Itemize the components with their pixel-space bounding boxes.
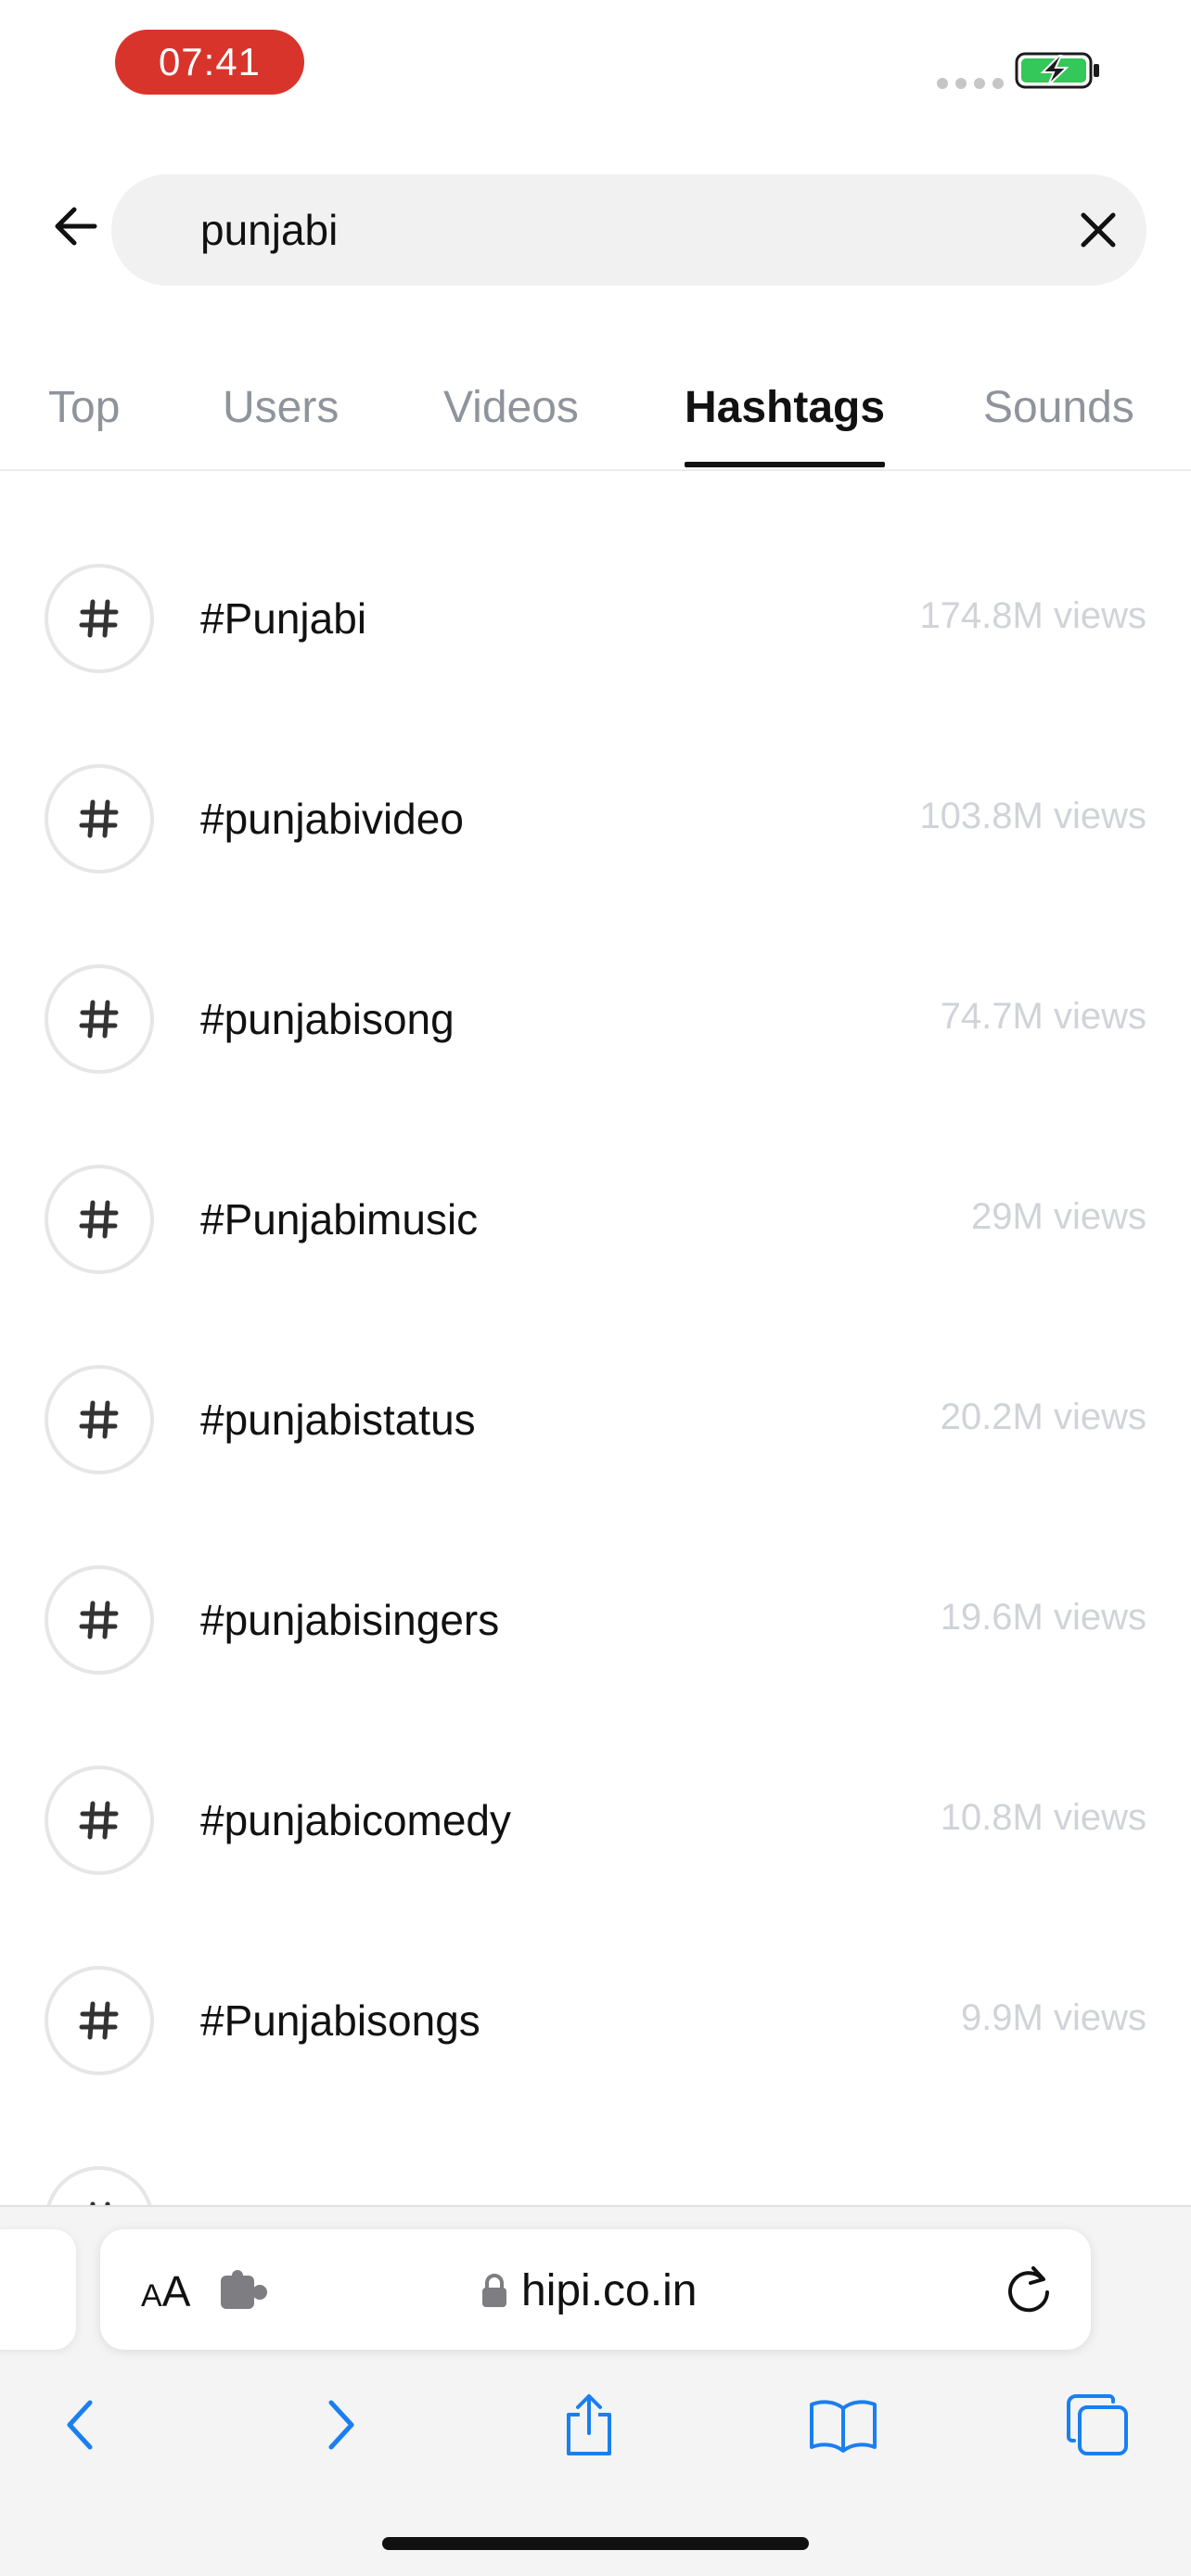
- reload-icon: [1008, 2266, 1049, 2313]
- hashtag-row[interactable]: #punjabisong 74.7M views: [0, 918, 1191, 1118]
- reload-button[interactable]: [1000, 2261, 1057, 2318]
- hashtag-name: #punjabivideo: [200, 795, 464, 843]
- url-display[interactable]: hipi.co.in: [480, 2261, 697, 2320]
- hashtag-views: 9.9M views: [960, 1997, 1146, 2038]
- hashtag-name: #Punjabi: [200, 594, 367, 643]
- status-bar: 07:41: [0, 0, 1191, 130]
- hashtag-views: 10.8M views: [940, 1797, 1146, 1838]
- hashtag-avatar: [45, 564, 154, 673]
- hashtag-avatar: [45, 1766, 154, 1875]
- hashtag-name: #punjabisong: [200, 995, 455, 1043]
- hashtag-row[interactable]: #punjabivideo 103.8M views: [0, 718, 1191, 918]
- battery-charging-icon: [1015, 52, 1099, 89]
- hashtag-row[interactable]: #punjabistatus 20.2M views: [0, 1319, 1191, 1519]
- browser-forward-button[interactable]: [299, 2383, 382, 2467]
- tabs-icon: [1067, 2394, 1128, 2455]
- aa-big-label: A: [161, 2267, 191, 2315]
- search-tabs: Top Users Videos Hashtags Sounds: [0, 352, 1191, 471]
- hashtag-avatar: [45, 1365, 154, 1474]
- hashtag-avatar: [45, 964, 154, 1074]
- lock-icon: [482, 2274, 506, 2307]
- status-time: 07:41: [115, 30, 304, 95]
- chevron-left-icon: [67, 2400, 93, 2450]
- hashtag-views: 74.7M views: [940, 996, 1146, 1037]
- clear-search-button[interactable]: [1074, 206, 1122, 254]
- hashtag-name: #punjabisingers: [200, 1596, 500, 1644]
- close-icon: [1081, 212, 1116, 248]
- hashtag-row[interactable]: #punjabicomedy 10.8M views: [0, 1719, 1191, 1919]
- hashtag-avatar: [45, 1565, 154, 1675]
- hashtag-views: 29M views: [971, 1196, 1146, 1237]
- hashtag-avatar: [45, 1966, 154, 2075]
- hashtag-name: #punjabistatus: [200, 1396, 476, 1444]
- hashtag-icon: [79, 1801, 119, 1840]
- hashtag-views: 103.8M views: [919, 796, 1146, 836]
- previous-tab-card[interactable]: [0, 2229, 76, 2350]
- bookmarks-button[interactable]: [801, 2383, 885, 2467]
- arrow-left-icon: [55, 207, 97, 246]
- hashtag-row[interactable]: #punjabisingers 19.6M views: [0, 1519, 1191, 1719]
- url-text: hipi.co.in: [521, 2265, 698, 2315]
- hashtag-name: #Punjabimusic: [200, 1195, 479, 1243]
- hashtag-views: 174.8M views: [919, 595, 1146, 636]
- cellular-signal-icon: [937, 78, 1004, 89]
- hashtag-name: #punjabicomedy: [200, 1796, 512, 1844]
- book-icon: [810, 2400, 877, 2453]
- hashtag-icon: [79, 2001, 119, 2040]
- active-tab-indicator: [685, 462, 885, 467]
- tab-videos[interactable]: Videos: [443, 382, 579, 433]
- hashtag-icon: [79, 799, 119, 838]
- aa-small-label: A: [141, 2278, 162, 2314]
- browser-toolbar: A A hipi.co.in: [0, 2205, 1191, 2576]
- hashtag-row[interactable]: #Punjabimusic 29M views: [0, 1118, 1191, 1319]
- search-bar[interactable]: [111, 174, 1146, 286]
- hashtag-avatar: [45, 764, 154, 874]
- puzzle-icon[interactable]: [219, 2270, 269, 2313]
- hashtag-row[interactable]: #Punjabisongs 9.9M views: [0, 1919, 1191, 2120]
- hashtag-row[interactable]: #Punjabi 174.8M views: [0, 517, 1191, 718]
- hashtag-icon: [79, 1200, 119, 1239]
- browser-back-button[interactable]: [39, 2383, 122, 2467]
- tab-hashtags[interactable]: Hashtags: [685, 382, 885, 433]
- hashtag-icon: [79, 1000, 119, 1039]
- hashtag-icon: [79, 1600, 119, 1639]
- chevron-right-icon: [328, 2400, 354, 2450]
- hashtag-name: #Punjabisongs: [200, 1996, 480, 2045]
- share-icon: [567, 2394, 611, 2455]
- share-button[interactable]: [547, 2383, 631, 2467]
- hashtag-views: 20.2M views: [940, 1396, 1146, 1437]
- tab-users[interactable]: Users: [223, 382, 339, 433]
- tab-top[interactable]: Top: [48, 382, 120, 433]
- home-indicator: [382, 2537, 809, 2550]
- hashtag-icon: [79, 1400, 119, 1439]
- hashtag-avatar: [45, 1165, 154, 1274]
- reader-aa-button[interactable]: A A: [141, 2266, 190, 2318]
- search-input[interactable]: [200, 174, 998, 286]
- hashtag-views: 19.6M views: [940, 1597, 1146, 1638]
- tabs-button[interactable]: [1056, 2383, 1139, 2467]
- tab-sounds[interactable]: Sounds: [983, 382, 1134, 433]
- hashtag-icon: [79, 599, 119, 638]
- address-bar[interactable]: A A hipi.co.in: [100, 2229, 1091, 2350]
- back-button[interactable]: [48, 198, 104, 254]
